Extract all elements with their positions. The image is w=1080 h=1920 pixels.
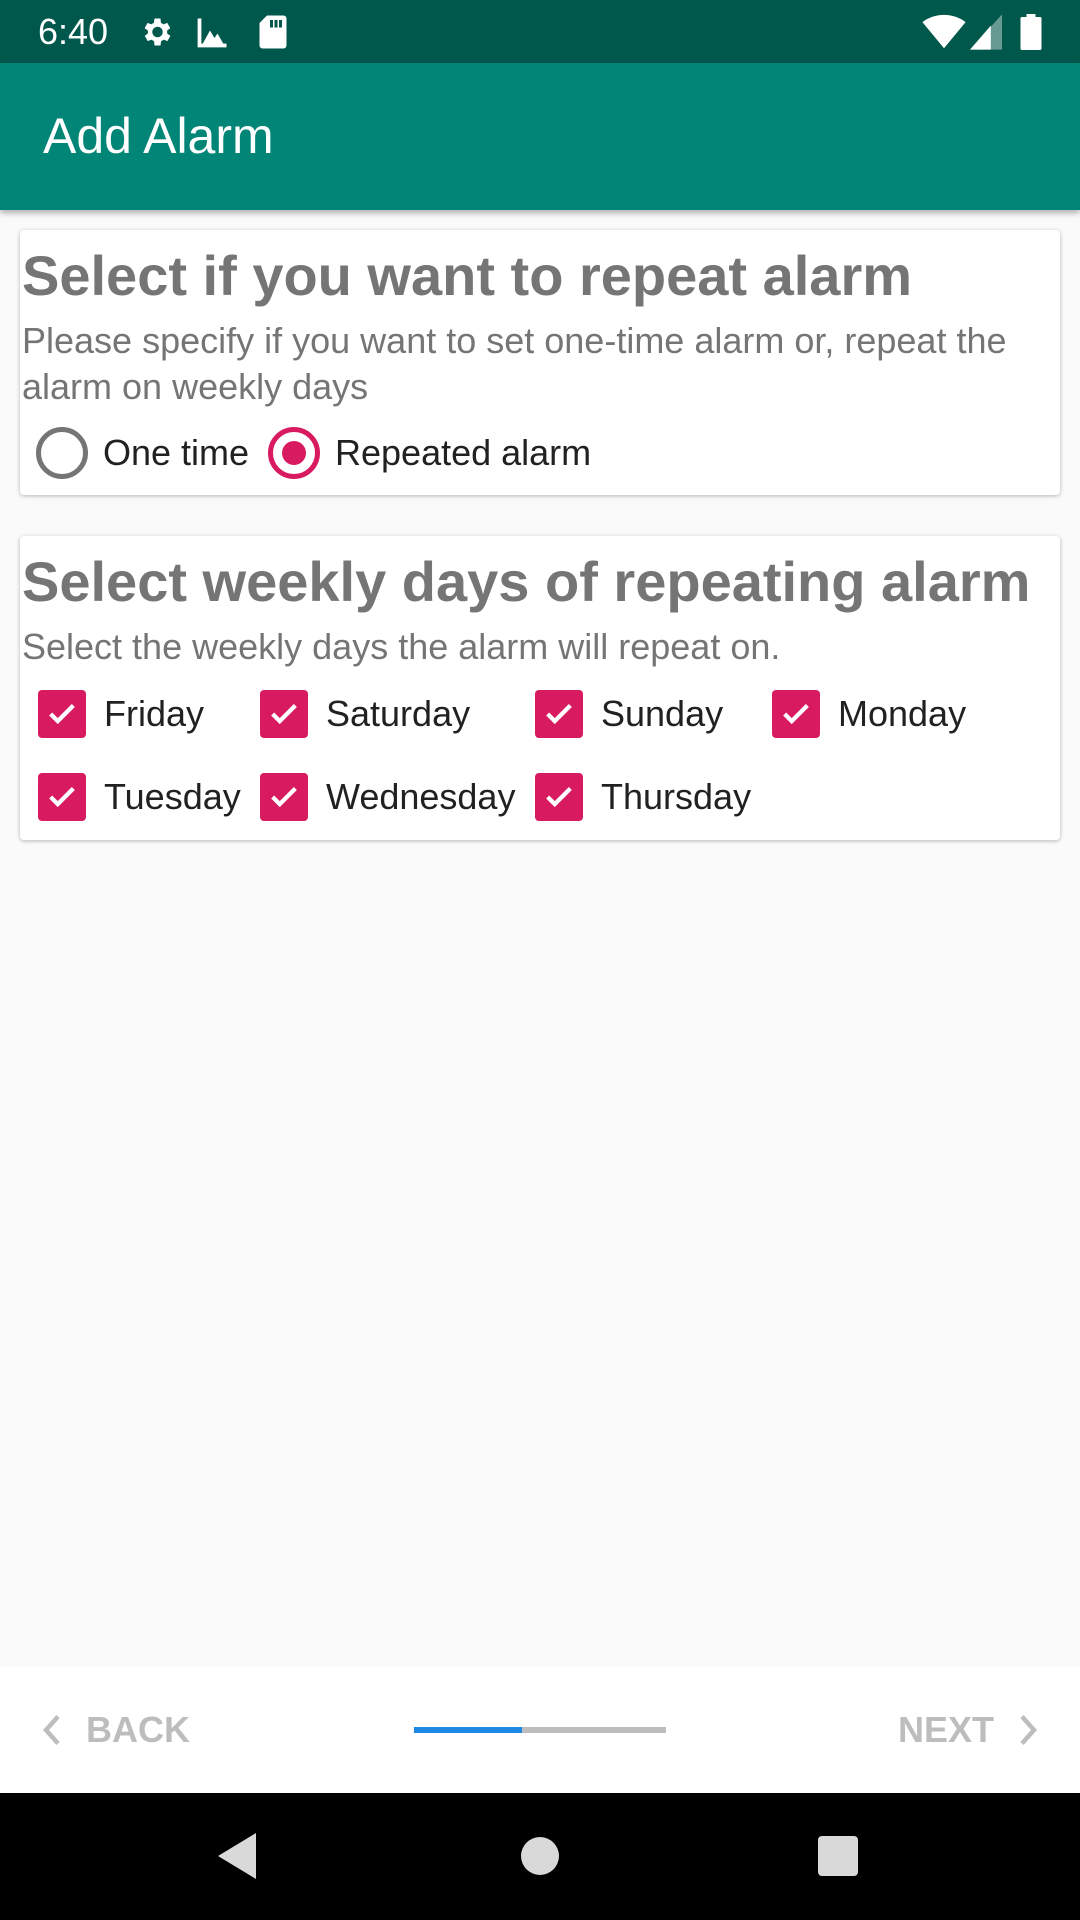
- back-label: BACK: [86, 1709, 190, 1750]
- check-icon[interactable]: [535, 690, 583, 738]
- check-icon[interactable]: [772, 690, 820, 738]
- page-title: Add Alarm: [43, 108, 274, 164]
- checkbox-wednesday[interactable]: Wednesday: [260, 767, 515, 827]
- days-card-description: Select the weekly days the alarm will re…: [22, 626, 781, 667]
- radio-repeated-alarm[interactable]: Repeated alarm: [268, 423, 591, 483]
- step-progress-fill: [414, 1727, 523, 1733]
- checkbox-label: Saturday: [326, 693, 471, 734]
- next-button[interactable]: NEXT: [898, 1705, 1042, 1755]
- status-bar: 6:40: [0, 0, 1080, 63]
- radio-button-on[interactable]: [268, 427, 320, 479]
- checkbox-monday[interactable]: Monday: [772, 684, 966, 744]
- chevron-left-icon: [38, 1712, 66, 1748]
- checkbox-label: Sunday: [601, 693, 724, 734]
- checkbox-sunday[interactable]: Sunday: [535, 684, 723, 744]
- repeat-mode-card: Select if you want to repeat alarm Pleas…: [20, 230, 1060, 495]
- checkbox-saturday[interactable]: Saturday: [260, 684, 470, 744]
- check-icon[interactable]: [260, 690, 308, 738]
- battery-icon: [1020, 12, 1042, 52]
- back-button[interactable]: BACK: [38, 1705, 190, 1755]
- system-navigation-bar: [0, 1793, 1080, 1920]
- chevron-right-icon: [1014, 1712, 1042, 1748]
- cell-signal-icon: [970, 12, 1002, 52]
- gear-icon: [138, 12, 174, 52]
- checkbox-label: Tuesday: [104, 776, 241, 817]
- checkbox-thursday[interactable]: Thursday: [535, 767, 751, 827]
- home-circle-icon[interactable]: [510, 1826, 570, 1886]
- weekly-days-card: Select weekly days of repeating alarm Se…: [20, 536, 1060, 840]
- wifi-icon: [922, 12, 966, 52]
- radio-one-time[interactable]: One time: [36, 423, 249, 483]
- checkbox-friday[interactable]: Friday: [38, 684, 204, 744]
- checkbox-tuesday[interactable]: Tuesday: [38, 767, 241, 827]
- radio-button-off[interactable]: [36, 427, 88, 479]
- radio-label-repeated-alarm: Repeated alarm: [335, 432, 592, 473]
- recents-square-icon[interactable]: [808, 1826, 868, 1886]
- repeat-card-description: Please specify if you want to set one-ti…: [22, 320, 1007, 407]
- image-icon: [195, 12, 231, 52]
- next-label: NEXT: [897, 1709, 994, 1750]
- checkbox-label: Wednesday: [326, 776, 516, 817]
- check-icon[interactable]: [535, 773, 583, 821]
- checkbox-label: Friday: [104, 693, 205, 734]
- repeat-card-title: Select if you want to repeat alarm: [22, 244, 913, 307]
- sd-card-icon: [258, 12, 288, 52]
- radio-label-one-time: One time: [103, 432, 250, 473]
- days-card-title: Select weekly days of repeating alarm: [22, 550, 1031, 613]
- checkbox-label: Monday: [838, 693, 967, 734]
- step-progress-bar: [414, 1727, 666, 1733]
- check-icon[interactable]: [260, 773, 308, 821]
- check-icon[interactable]: [38, 773, 86, 821]
- app-bar: Add Alarm: [0, 63, 1080, 210]
- check-icon[interactable]: [38, 690, 86, 738]
- back-triangle-icon[interactable]: [208, 1826, 268, 1886]
- status-time: 6:40: [38, 11, 109, 52]
- stepper-navigation: BACK NEXT: [0, 1667, 1080, 1793]
- checkbox-label: Thursday: [601, 776, 752, 817]
